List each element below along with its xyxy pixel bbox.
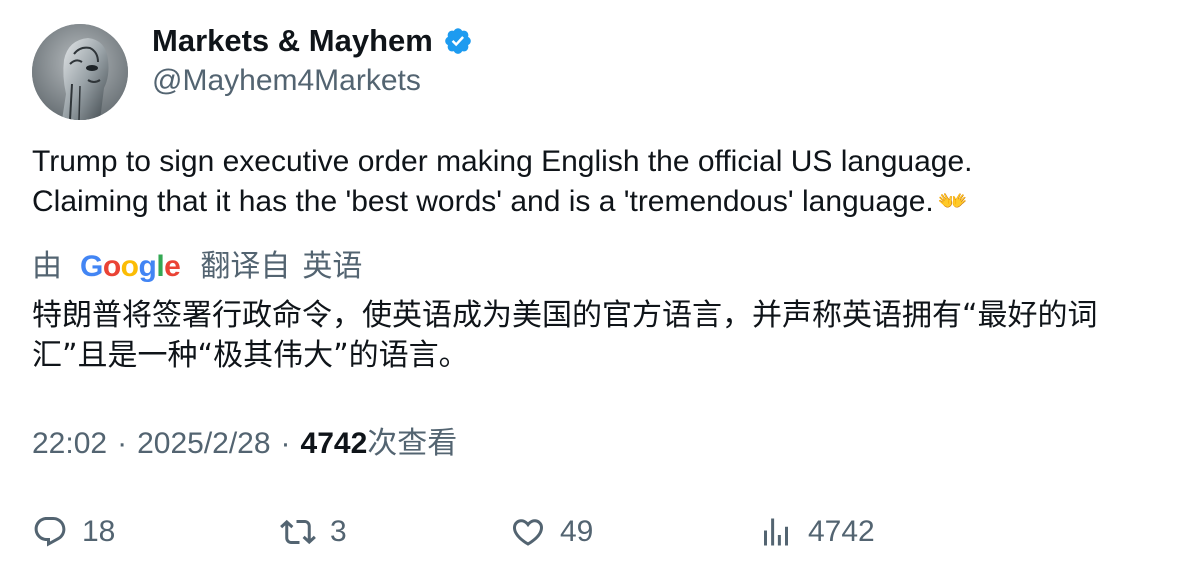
avatar[interactable]: [32, 24, 128, 120]
author-name-row[interactable]: Markets & Mayhem: [152, 22, 473, 60]
open-hands-emoji: 👐: [937, 188, 968, 215]
tweet-text: Trump to sign executive order making Eng…: [32, 142, 1162, 222]
robot-head-avatar-icon: [32, 24, 128, 120]
views-count: 4742: [300, 427, 368, 460]
meta-separator: ·: [280, 427, 291, 460]
translated-text-line: 汇”且是一种“极其伟大”的语言。: [32, 338, 469, 373]
action-bar: 18 3 49 4742: [32, 510, 1172, 554]
retweet-icon: [280, 519, 316, 545]
analytics-bar-icon: [764, 518, 788, 546]
reply-count: 18: [82, 515, 116, 548]
translated-by-label: 由: [32, 250, 62, 283]
tweet-date[interactable]: 2025/2/28: [137, 424, 270, 464]
heart-icon: [512, 519, 544, 546]
views-button[interactable]: 4742: [758, 510, 875, 554]
display-name[interactable]: Markets & Mayhem: [152, 22, 433, 60]
reply-button[interactable]: 18: [32, 510, 115, 554]
views-label: 次查看: [367, 427, 458, 460]
google-logo: Google: [80, 250, 181, 283]
like-button[interactable]: 49: [510, 510, 593, 554]
views-action-count: 4742: [808, 515, 875, 548]
verified-badge-icon: [443, 26, 473, 56]
translated-from-label: 翻译自: [200, 250, 291, 283]
retweet-count: 3: [330, 515, 347, 548]
author-handle[interactable]: @Mayhem4Markets: [152, 63, 421, 99]
reply-icon: [34, 517, 66, 547]
tweet-text-line: Claiming that it has the 'best words' an…: [32, 185, 968, 218]
translation-attribution: 由 Google 翻译自 英语: [32, 247, 362, 287]
source-language: 英语: [302, 250, 363, 283]
retweet-button[interactable]: 3: [280, 510, 347, 554]
tweet-card: Markets & Mayhem @Mayhem4Markets Trump t…: [0, 0, 1196, 578]
translated-text: 特朗普将签署行政命令，使英语成为美国的官方语言，并声称英语拥有“最好的词 汇”且…: [32, 296, 1172, 376]
tweet-time[interactable]: 22:02: [32, 424, 107, 464]
like-count: 49: [560, 515, 594, 548]
tweet-meta: 22:02 · 2025/2/28 · 4742 次查看: [32, 424, 457, 464]
translated-text-line: 特朗普将签署行政命令，使英语成为美国的官方语言，并声称英语拥有“最好的词: [32, 298, 1098, 333]
meta-separator: ·: [117, 427, 128, 460]
tweet-text-line: Trump to sign executive order making Eng…: [32, 145, 973, 178]
